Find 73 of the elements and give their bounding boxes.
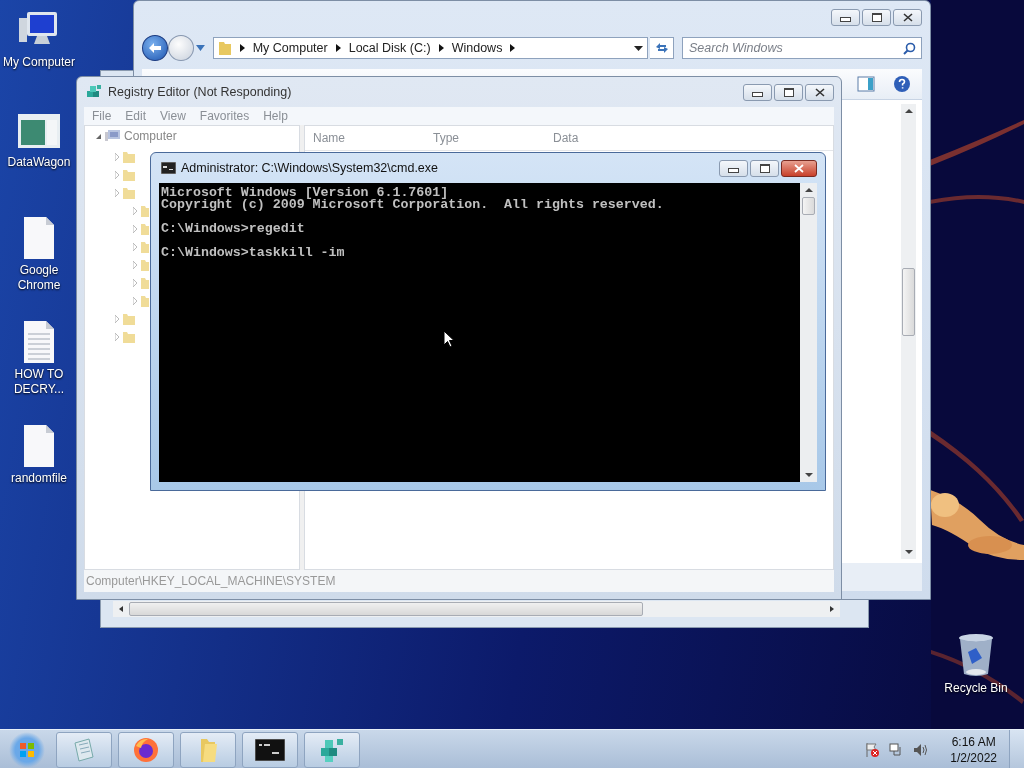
document-icon[interactable] [22,320,56,364]
document-icon[interactable] [22,216,56,260]
vertical-scrollbar[interactable] [800,183,817,482]
maximize-button[interactable] [774,83,803,101]
notepad-icon [71,736,97,763]
console-line: Copyright (c) 2009 Microsoft Corporation. All rights reserved. [161,199,665,211]
clock[interactable]: 6:16 AM 1/2/2022 [946,733,1001,766]
trash-can-icon[interactable] [956,632,996,678]
search-field[interactable]: Search Windows [682,37,922,59]
dropdown-caret-icon[interactable] [634,45,644,51]
window-title: Registry Editor (Not Responding) [108,85,292,99]
tree-item[interactable]: Computer [124,129,177,143]
taskbar-button[interactable] [118,731,174,768]
minimize-button[interactable] [719,159,748,177]
scroll-up-icon[interactable] [804,187,813,193]
scrollbar-thumb[interactable] [129,602,643,616]
address-bar[interactable]: My Computer Local Disk (C:) Windows [212,37,649,59]
cubes-icon [86,84,102,100]
maximize-button[interactable] [750,159,779,177]
chevron-right-icon[interactable] [335,44,341,52]
clock-time: 6:16 AM [951,733,996,750]
scroll-down-icon[interactable] [804,472,813,478]
chevron-right-icon[interactable] [510,44,516,52]
console-line: C:\Windows>taskkill -im [161,247,346,259]
browser-icon [132,735,160,764]
chevron-right-icon[interactable] [239,44,245,52]
horizontal-scrollbar[interactable] [113,601,840,617]
status-text: Computer\HKEY_LOCAL_MACHINE\SYSTEM [86,574,336,588]
taskbar-button[interactable] [242,731,298,768]
close-button[interactable] [781,159,817,177]
clock-date: 1/2/2022 [950,749,997,766]
scroll-up-icon[interactable] [904,108,913,114]
console-line: Microsoft Windows [Version 6.1.7601] [161,187,449,199]
scroll-right-icon[interactable] [828,605,836,613]
close-icon [794,163,804,173]
search-icon[interactable] [903,42,916,55]
expand-arrow-icon[interactable] [95,132,102,140]
window-title: Administrator: C:\Windows\System32\cmd.exe [181,161,439,175]
scroll-down-icon[interactable] [904,549,913,555]
chevron-right-icon[interactable] [438,44,444,52]
help-icon[interactable] [893,75,911,93]
close-icon [902,12,913,22]
computer-icon [105,129,121,143]
desktop-icon-label[interactable]: HOW TO DECRY... [1,367,77,397]
close-button[interactable] [893,8,922,26]
breadcrumb-item[interactable]: Local Disk (C:) [348,41,431,55]
desktop-icon-label[interactable]: Recycle Bin [938,681,1014,696]
maximize-button[interactable] [862,8,891,26]
mouse-pointer-icon [443,330,455,348]
preview-pane-icon[interactable] [857,76,875,92]
desktop-icon-label[interactable]: DataWagon [1,155,77,170]
desktop-icon-label[interactable]: randomfile [1,471,77,486]
breadcrumb-item[interactable]: My Computer [252,41,328,55]
back-arrow-icon [147,42,162,54]
scrollbar-thumb[interactable] [802,197,815,215]
folder-icon [217,40,232,56]
breadcrumb-item[interactable]: Windows [451,41,503,55]
console-line: C:\Windows>regedit [161,223,306,235]
scroll-left-icon[interactable] [117,605,125,613]
console-icon [161,162,176,174]
desktop-icon-label[interactable]: My Computer [1,55,77,70]
close-button[interactable] [805,83,834,101]
document-icon[interactable] [22,424,56,468]
flag-icon[interactable] [864,741,881,758]
back-button[interactable] [142,35,168,61]
scrollbar-thumb[interactable] [902,268,915,336]
console-icon [255,738,285,761]
desktop-icon-label[interactable]: Google Chrome [1,263,77,293]
refresh-button[interactable] [650,37,674,59]
minimize-button[interactable] [831,8,860,26]
vertical-scrollbar[interactable] [901,104,916,559]
minimize-button[interactable] [743,83,772,101]
close-icon [814,87,825,97]
